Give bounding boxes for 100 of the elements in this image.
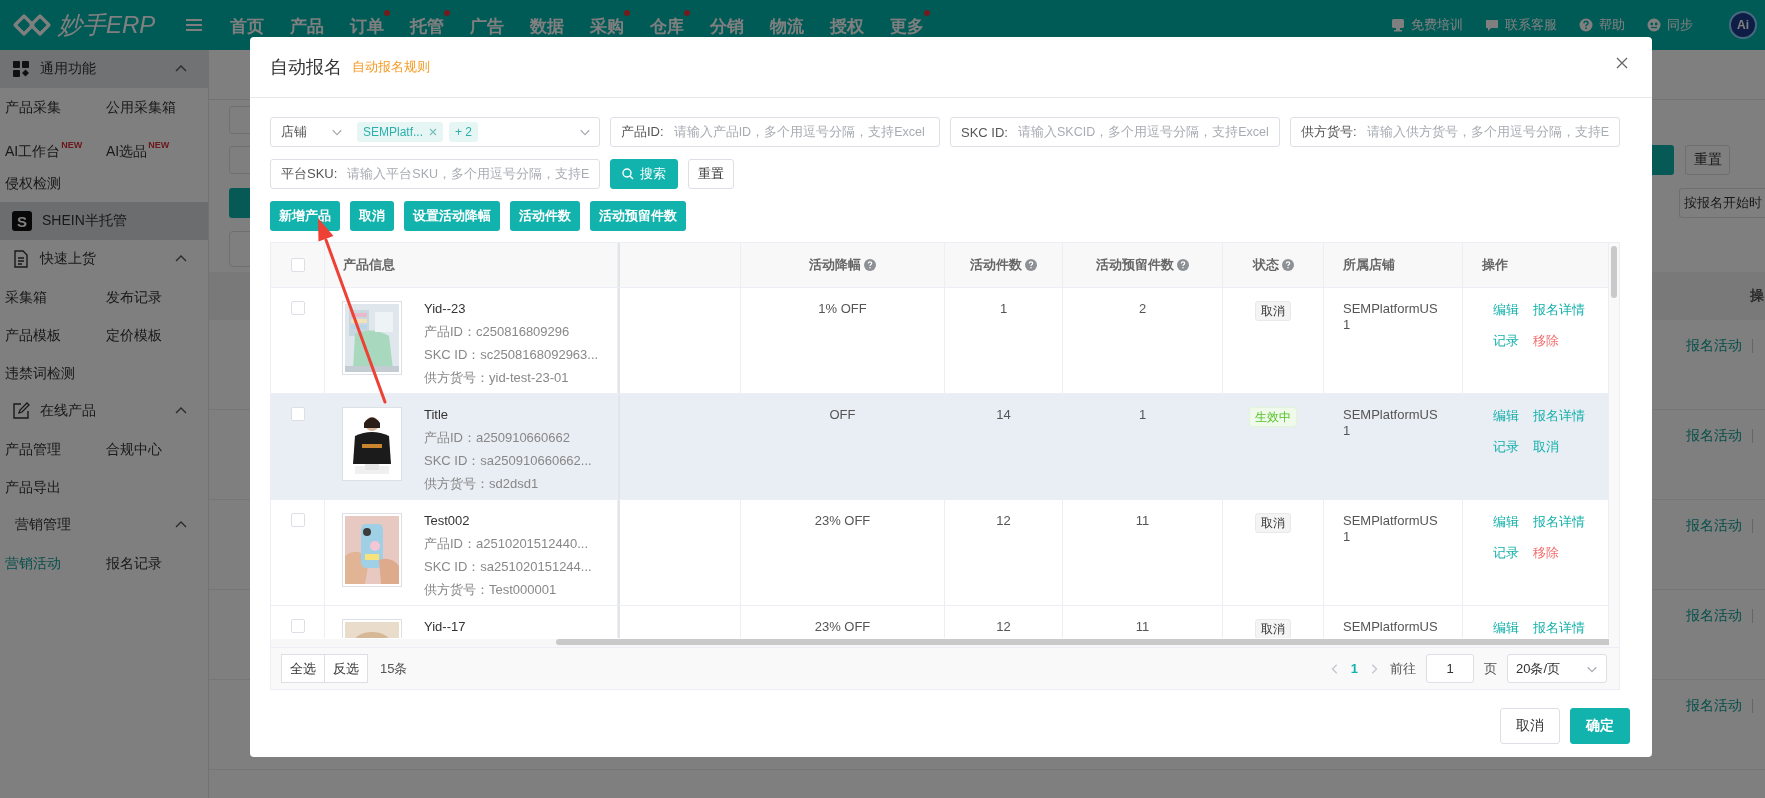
filter-field[interactable]: 供方货号: 请输入供方货号，多个用逗号分隔，支持E [1290,117,1620,147]
sidebar-group-header[interactable]: 营销管理 [0,506,208,544]
cancel-button[interactable]: 取消 [1500,708,1560,744]
action-link[interactable]: 报名活动 [1686,517,1742,535]
nav-link[interactable]: 仓库 [650,10,690,40]
sidebar-item[interactable]: S SHEIN半托管 [0,202,208,240]
action-link[interactable]: 报名活动 [1686,337,1742,355]
checkbox[interactable] [290,258,305,272]
action-link[interactable]: 编辑 [1493,514,1519,530]
select-all-button[interactable]: 全选 [281,654,325,683]
action-button[interactable]: 取消 [350,201,394,231]
sidebar-group-header[interactable]: 快速上货 [0,240,208,278]
sidebar-item[interactable]: 营销活动 [5,544,106,582]
close-icon[interactable] [1616,57,1628,69]
invert-selection-button[interactable]: 反选 [325,654,368,683]
action-button[interactable]: 设置活动降幅 [404,201,500,231]
action-link[interactable]: 报名详情 [1533,514,1585,530]
action-link[interactable]: 报名活动 [1686,607,1742,625]
action-button[interactable]: 活动预留件数 [590,201,686,231]
sidebar-item[interactable]: 产品模板 [5,316,106,354]
action-button[interactable]: 新增产品 [270,201,340,231]
text-input[interactable]: 请输入产品ID，多个用逗号分隔，支持Excel [673,125,931,139]
sidebar-item[interactable]: 产品导出 [5,468,106,506]
page-number[interactable]: 1 [1350,661,1358,676]
confirm-button[interactable]: 确定 [1570,708,1630,744]
sidebar-item[interactable]: 侵权检测 [5,164,106,202]
sidebar-item[interactable]: 定价模板 [106,316,208,354]
nav-link[interactable]: 授权 [830,10,870,40]
sidebar-item[interactable]: 产品采集 [5,88,106,126]
sort-select[interactable]: 按报名开始时 [1679,188,1765,218]
action-button[interactable]: 活动件数 [510,201,580,231]
nav-link[interactable]: 订单 [350,10,390,40]
action-link[interactable]: 编辑 [1493,408,1519,424]
checkbox[interactable] [290,301,305,315]
sidebar-item[interactable]: 合规中心 [106,430,208,468]
page-unit: 页 [1484,659,1497,678]
checkbox[interactable] [290,513,305,527]
rule-link[interactable]: 自动报名规则 [352,58,430,76]
dialog-title: 自动报名 [270,56,342,79]
sidebar-item[interactable]: 产品管理 [5,430,106,468]
sidebar-item[interactable]: 发布记录 [106,278,208,316]
vertical-scrollbar[interactable] [1609,243,1619,647]
text-input[interactable]: 请输入供方货号，多个用逗号分隔，支持E [1366,125,1611,139]
checkbox[interactable] [290,407,305,421]
logo-icon [12,11,52,39]
action-link[interactable]: 记录 [1493,439,1519,455]
avatar[interactable]: Ai [1729,11,1757,39]
filter-field[interactable]: SKC ID: 请输入SKCID，多个用逗号分隔，支持Excel [950,117,1280,147]
top-link[interactable]: 帮助 [1579,16,1625,34]
action-link[interactable]: 记录 [1493,333,1519,349]
top-link[interactable]: 同步 [1647,16,1693,34]
nav-link[interactable]: 产品 [290,10,330,40]
text-input[interactable]: 请输入平台SKU，多个用逗号分隔，支持E [347,167,591,181]
filter-field[interactable]: 平台SKU: 请输入平台SKU，多个用逗号分隔，支持E [270,159,600,189]
nav-link[interactable]: 首页 [230,10,270,40]
action-link[interactable]: 报名活动 [1686,427,1742,445]
action-link[interactable]: 取消 [1533,439,1559,455]
sidebar-group-header[interactable]: 在线产品 [0,392,208,430]
checkbox[interactable] [290,619,305,633]
nav-link[interactable]: 更多 [890,10,930,40]
nav-link[interactable]: 数据 [530,10,570,40]
nav-link[interactable]: 分销 [710,10,750,40]
nav-link[interactable]: 采购 [590,10,630,40]
action-link[interactable]: 报名详情 [1533,620,1585,636]
sidebar-item[interactable]: 采集箱 [5,278,106,316]
sidebar-item[interactable]: AI工作台$^{NEW}$ [5,126,106,164]
filter-field[interactable]: 产品ID: 请输入产品ID，多个用逗号分隔，支持Excel [610,117,940,147]
store-select[interactable]: 店铺 SEMPlatf... + 2 [270,117,600,147]
nav-link[interactable]: 托管 [410,10,450,40]
horizontal-scrollbar[interactable] [271,639,1609,647]
brand-logo: S [12,211,32,231]
table-cell: 14 [996,407,1011,423]
chat-bubble-icon [1485,18,1499,32]
top-link[interactable]: 联系客服 [1485,16,1557,34]
action-link[interactable]: 移除 [1533,545,1559,561]
nav-link[interactable]: 物流 [770,10,810,40]
page-size-select[interactable]: 20条/页 [1507,654,1607,683]
menu-icon[interactable] [186,18,202,32]
action-link[interactable]: 编辑 [1493,302,1519,318]
sidebar-item[interactable]: 报名记录 [106,544,208,582]
sidebar-item[interactable]: 公用采集箱 [106,88,208,126]
search-button[interactable]: 搜索 [610,159,678,189]
table-cell: 1 [999,301,1008,317]
text-input[interactable]: 请输入SKCID，多个用逗号分隔，支持Excel [1017,125,1271,139]
nav-link[interactable]: 广告 [470,10,510,40]
action-link[interactable]: 记录 [1493,545,1519,561]
reset-button[interactable]: 重置 [688,159,734,189]
store-tag[interactable]: SEMPlatf... [357,122,444,142]
action-link[interactable]: 报名详情 [1533,302,1585,318]
sidebar-item[interactable]: 违禁词检测 [5,354,106,392]
sidebar-group-header[interactable]: 通用功能 [0,50,208,88]
page-input[interactable]: 1 [1426,654,1474,683]
field-label: 供方货号: [1301,123,1357,141]
action-link[interactable]: 移除 [1533,333,1559,349]
action-link[interactable]: 编辑 [1493,620,1519,636]
reset-button[interactable]: 重置 [1685,145,1730,175]
sidebar-item[interactable]: AI选品$^{NEW}$ [106,126,208,164]
action-link[interactable]: 报名详情 [1533,408,1585,424]
top-link[interactable]: 免费培训 [1391,16,1463,34]
action-link[interactable]: 报名活动 [1686,697,1742,715]
